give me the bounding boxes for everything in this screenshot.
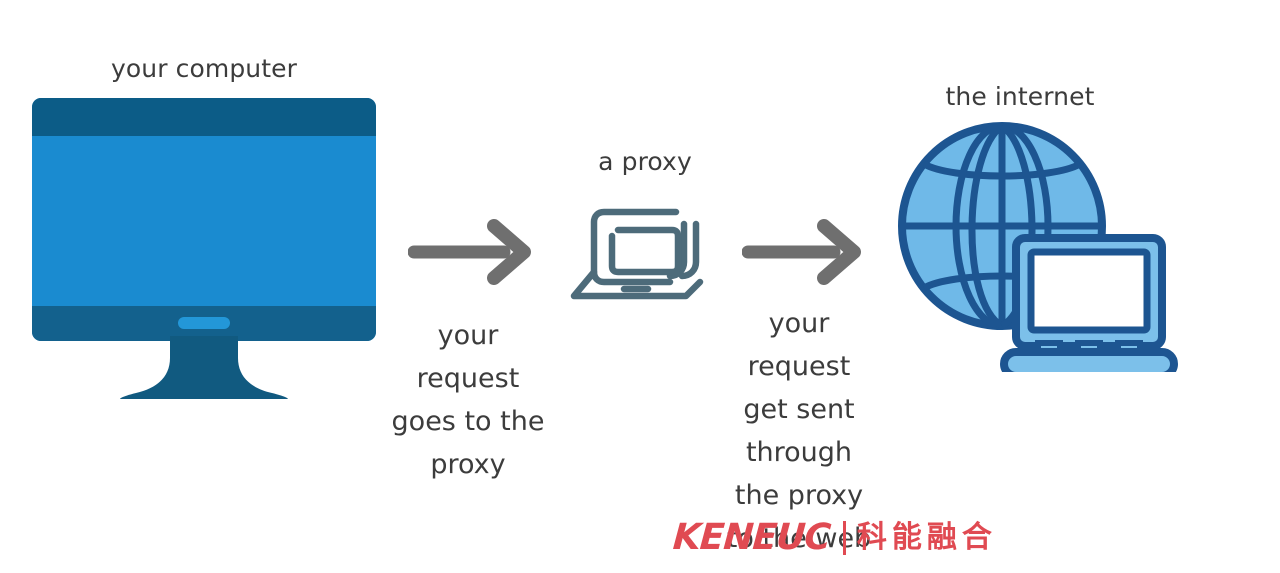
internet-monitor xyxy=(1000,234,1178,372)
diagram-canvas: your computer your request goes to the p… xyxy=(0,0,1280,573)
arrow-proxy-to-internet xyxy=(742,219,861,285)
monitor-top-bezel xyxy=(32,98,376,136)
caption-computer-to-proxy: your request goes to the proxy xyxy=(391,320,545,480)
brand-logo: KENEUC 科能融合 xyxy=(671,515,997,561)
stacked-laptops-icon xyxy=(570,208,704,300)
logo-wordmark: KENEUC xyxy=(671,517,832,558)
label-the-internet: the internet xyxy=(945,82,1095,111)
logo-divider xyxy=(842,521,846,555)
monitor-indicator-pill xyxy=(178,317,230,329)
label-a-proxy: a proxy xyxy=(598,147,692,176)
label-your-computer: your computer xyxy=(110,54,298,83)
arrow-computer-to-proxy xyxy=(408,219,531,285)
globe-with-monitor-icon xyxy=(898,122,1178,372)
monitor-screen-body xyxy=(32,98,376,341)
monitor-stand xyxy=(120,336,288,399)
logo-chinese-name: 科能融合 xyxy=(856,520,997,555)
desktop-monitor-icon xyxy=(32,98,376,399)
